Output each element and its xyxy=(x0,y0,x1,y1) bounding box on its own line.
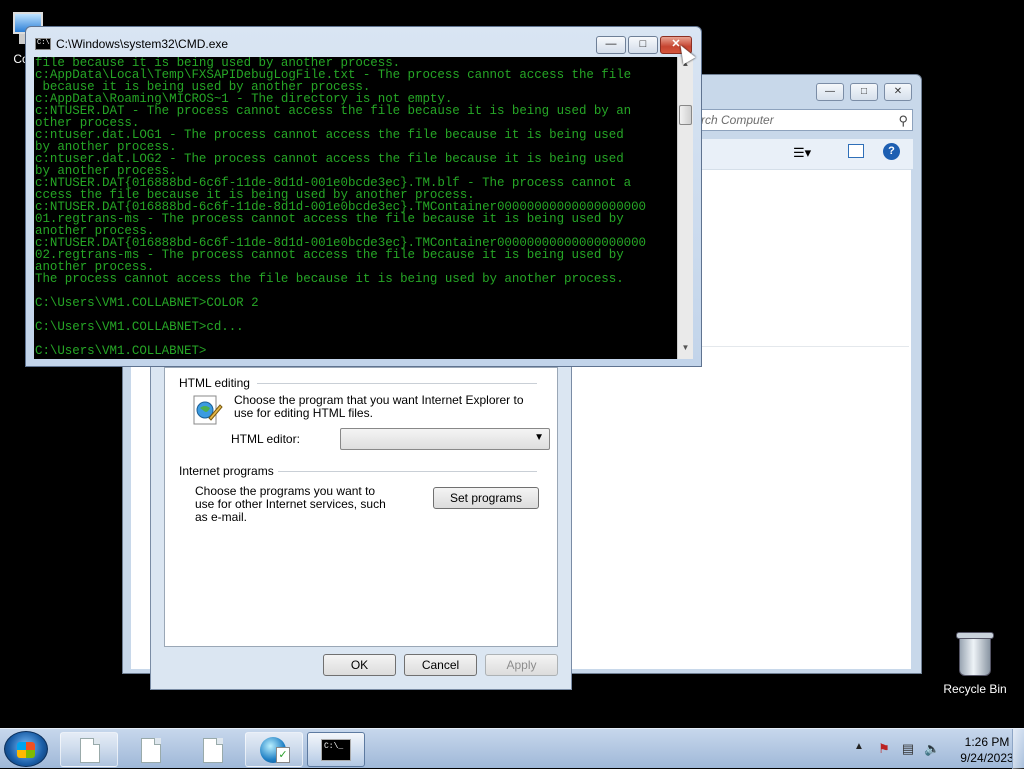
explorer-minimize-button[interactable]: — xyxy=(816,83,844,101)
document-icon xyxy=(141,738,161,763)
preview-pane-icon[interactable] xyxy=(848,144,864,158)
explorer-toolbar: ☰▾ ? xyxy=(698,139,913,169)
recycle-bin-desktop-icon[interactable]: Recycle Bin xyxy=(940,630,1010,696)
taskbar-document-2[interactable] xyxy=(121,732,179,767)
volume-muted-icon[interactable]: 🔈 xyxy=(924,741,940,757)
cmd-icon: C:\_ xyxy=(321,739,351,761)
internet-options-dialog: HTML editing Choose the program that you… xyxy=(150,362,572,690)
internet-programs-description: Choose the programs you want to use for … xyxy=(195,484,386,524)
taskbar-document-1[interactable] xyxy=(60,732,118,767)
taskbar-cmd[interactable]: C:\_ xyxy=(307,732,365,767)
apply-button[interactable]: Apply xyxy=(485,654,558,676)
scroll-down-icon[interactable]: ▼ xyxy=(678,343,693,357)
chevron-down-icon: ▼ xyxy=(534,432,544,443)
explorer-search-input[interactable]: rch Computer ⚲ xyxy=(698,109,913,131)
html-editor-dropdown[interactable]: ▼ xyxy=(340,428,550,450)
html-editing-description: Choose the program that you want Interne… xyxy=(234,393,524,420)
html-editor-label: HTML editor: xyxy=(231,432,300,446)
explorer-close-button[interactable]: ✕ xyxy=(884,83,912,101)
view-options-icon[interactable]: ☰▾ xyxy=(793,145,811,161)
recycle-bin-icon xyxy=(955,630,995,678)
cmd-window-title: C:\Windows\system32\CMD.exe xyxy=(56,37,229,51)
cancel-button[interactable]: Cancel xyxy=(404,654,477,676)
cmd-icon xyxy=(35,38,51,50)
html-editing-heading: HTML editing xyxy=(179,376,250,390)
document-icon xyxy=(80,738,100,763)
show-hidden-icons-icon[interactable]: ▲ xyxy=(854,741,864,752)
system-tray: ▲ ⚑ ▤ 🔈 1:26 PM 9/24/2023 xyxy=(834,729,1024,769)
internet-programs-heading: Internet programs xyxy=(179,464,274,478)
cmd-console-output[interactable]: file because it is being used by another… xyxy=(34,57,677,359)
search-placeholder: rch Computer xyxy=(701,113,774,127)
cmd-window: C:\Windows\system32\CMD.exe — □ ✕ file b… xyxy=(25,26,702,367)
start-button[interactable] xyxy=(4,731,48,767)
explorer-maximize-button[interactable]: □ xyxy=(850,83,878,101)
network-icon[interactable]: ▤ xyxy=(900,741,916,757)
checklist-icon: ✓ xyxy=(276,747,290,763)
recycle-bin-label: Recycle Bin xyxy=(943,682,1007,696)
ok-button[interactable]: OK xyxy=(323,654,396,676)
search-icon[interactable]: ⚲ xyxy=(898,113,908,129)
programs-tab-panel: HTML editing Choose the program that you… xyxy=(164,367,558,647)
cmd-vertical-scrollbar[interactable]: ▲ ▼ xyxy=(677,57,693,359)
document-icon xyxy=(203,738,223,763)
show-desktop-button[interactable] xyxy=(1012,729,1024,769)
help-icon[interactable]: ? xyxy=(883,143,900,160)
cmd-minimize-button[interactable]: — xyxy=(596,36,626,54)
console-text: file because it is being used by another… xyxy=(35,57,647,358)
scrollbar-thumb[interactable] xyxy=(679,105,692,125)
action-center-icon[interactable]: ⚑ xyxy=(876,741,892,757)
windows-logo-icon xyxy=(17,742,35,758)
taskbar-internet-options[interactable]: ✓ xyxy=(245,732,303,767)
taskbar-document-3[interactable] xyxy=(183,732,241,767)
html-editor-icon xyxy=(193,395,223,425)
set-programs-button[interactable]: Set programs xyxy=(433,487,539,509)
cmd-maximize-button[interactable]: □ xyxy=(628,36,658,54)
taskbar: ✓ C:\_ ▲ ⚑ ▤ 🔈 1:26 PM 9/24/2023 xyxy=(0,728,1024,769)
